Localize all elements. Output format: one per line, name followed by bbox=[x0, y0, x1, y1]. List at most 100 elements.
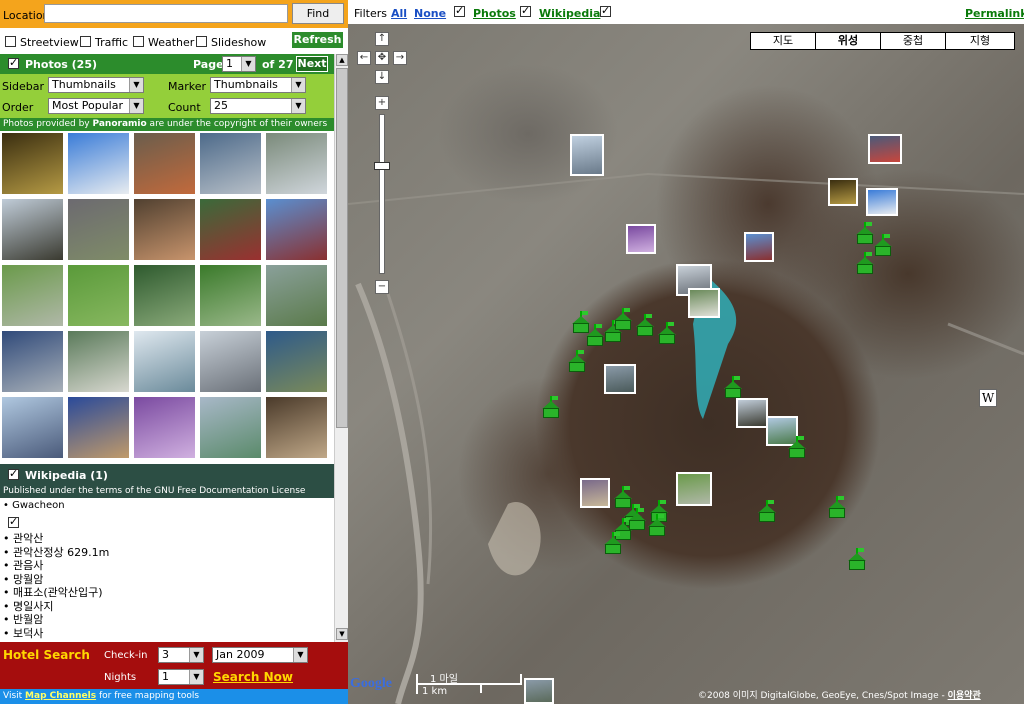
photo-marker[interactable] bbox=[604, 364, 636, 394]
satellite-map[interactable]: 지도 위성 중첩 지형 ↑ ← ✥ → ↓ + − W Google 1 마일 … bbox=[348, 24, 1024, 704]
pan-up-icon[interactable]: ↑ bbox=[375, 32, 389, 46]
photo-marker[interactable] bbox=[626, 224, 656, 254]
wikipedia-list-item[interactable]: • 망월암 bbox=[3, 573, 333, 587]
map-type-map[interactable]: 지도 bbox=[750, 32, 816, 50]
place-marker-icon[interactable] bbox=[856, 252, 874, 274]
place-marker-icon[interactable] bbox=[614, 308, 632, 330]
photo-thumbnail[interactable] bbox=[133, 198, 196, 261]
filter-wikipedia-link[interactable]: Wikipedia bbox=[539, 7, 600, 20]
wikipedia-first-item[interactable]: • Gwacheon bbox=[3, 500, 65, 511]
permalink-link[interactable]: Permalink bbox=[965, 7, 1024, 20]
location-input[interactable] bbox=[44, 4, 288, 23]
photo-thumbnail[interactable] bbox=[199, 330, 262, 393]
photo-thumbnail[interactable] bbox=[199, 264, 262, 327]
filter-none-link[interactable]: None bbox=[414, 7, 446, 20]
photo-marker[interactable] bbox=[676, 472, 712, 506]
nights-select[interactable]: 1 ▼ bbox=[158, 669, 204, 685]
count-select[interactable]: 25 ▼ bbox=[210, 98, 306, 114]
photo-marker[interactable] bbox=[570, 134, 604, 176]
next-button[interactable]: Next bbox=[296, 56, 328, 72]
photos-section-checkbox[interactable] bbox=[8, 56, 19, 69]
photo-thumbnail[interactable] bbox=[133, 132, 196, 195]
wikipedia-list-item[interactable]: • 관악산정상 629.1m bbox=[3, 546, 333, 560]
photo-thumbnail[interactable] bbox=[67, 198, 130, 261]
order-select[interactable]: Most Popular ▼ bbox=[48, 98, 144, 114]
photo-thumbnail[interactable] bbox=[199, 396, 262, 459]
photo-thumbnail[interactable] bbox=[199, 132, 262, 195]
zoom-out-icon[interactable]: − bbox=[375, 280, 389, 294]
zoom-slider-handle[interactable] bbox=[374, 162, 390, 170]
checkin-day-select[interactable]: 3 ▼ bbox=[158, 647, 204, 663]
map-type-terrain[interactable]: 지형 bbox=[945, 32, 1015, 50]
photo-marker[interactable] bbox=[580, 478, 610, 508]
photo-marker[interactable] bbox=[688, 288, 720, 318]
place-marker-icon[interactable] bbox=[758, 500, 776, 522]
weather-checkbox[interactable] bbox=[133, 36, 144, 47]
refresh-button[interactable]: Refresh bbox=[292, 32, 343, 48]
scroll-down-icon[interactable]: ▼ bbox=[336, 628, 348, 640]
place-marker-icon[interactable] bbox=[658, 322, 676, 344]
wikipedia-list-item[interactable]: • 관악산 bbox=[3, 532, 333, 546]
filter-photos-link[interactable]: Photos bbox=[473, 7, 516, 20]
photo-marker[interactable] bbox=[828, 178, 858, 206]
place-marker-icon[interactable] bbox=[788, 436, 806, 458]
sidebar-select[interactable]: Thumbnails ▼ bbox=[48, 77, 144, 93]
page-select[interactable]: 1 ▼ bbox=[222, 56, 256, 72]
filter-extra-checkbox[interactable] bbox=[600, 4, 611, 17]
wikipedia-list-item[interactable]: • 관음사 bbox=[3, 559, 333, 573]
photo-thumbnail[interactable] bbox=[133, 396, 196, 459]
photo-thumbnail[interactable] bbox=[199, 198, 262, 261]
slideshow-checkbox[interactable] bbox=[196, 36, 207, 47]
photo-thumbnail[interactable] bbox=[1, 396, 64, 459]
photo-thumbnail[interactable] bbox=[133, 264, 196, 327]
pan-center-icon[interactable]: ✥ bbox=[375, 51, 389, 65]
marker-select[interactable]: Thumbnails ▼ bbox=[210, 77, 306, 93]
scrollbar-thumb[interactable] bbox=[336, 68, 348, 428]
filter-wikipedia-checkbox[interactable] bbox=[520, 4, 531, 17]
place-marker-icon[interactable] bbox=[874, 234, 892, 256]
photo-marker[interactable] bbox=[736, 398, 768, 428]
terms-link[interactable]: 이용약관 bbox=[948, 691, 981, 701]
photo-thumbnail[interactable] bbox=[265, 198, 328, 261]
photo-thumbnail[interactable] bbox=[67, 330, 130, 393]
map-channels-link[interactable]: Map Channels bbox=[25, 691, 96, 701]
wikipedia-item-checkbox[interactable] bbox=[8, 515, 19, 528]
photo-thumbnail[interactable] bbox=[67, 132, 130, 195]
find-button[interactable]: Find bbox=[292, 3, 344, 24]
wikipedia-list-item[interactable]: • 명일사지 bbox=[3, 600, 333, 614]
photo-marker[interactable] bbox=[744, 232, 774, 262]
place-marker-icon[interactable] bbox=[636, 314, 654, 336]
photo-marker[interactable] bbox=[866, 188, 898, 216]
pan-left-icon[interactable]: ← bbox=[357, 51, 371, 65]
place-marker-icon[interactable] bbox=[648, 514, 666, 536]
photo-thumbnail[interactable] bbox=[265, 132, 328, 195]
pan-right-icon[interactable]: → bbox=[393, 51, 407, 65]
photo-thumbnail[interactable] bbox=[1, 132, 64, 195]
pan-down-icon[interactable]: ↓ bbox=[375, 70, 389, 84]
zoom-slider[interactable] bbox=[379, 114, 385, 274]
wikipedia-list-item[interactable]: • 보덕사 bbox=[3, 627, 333, 641]
place-marker-icon[interactable] bbox=[724, 376, 742, 398]
zoom-in-icon[interactable]: + bbox=[375, 96, 389, 110]
photo-thumbnail[interactable] bbox=[67, 264, 130, 327]
search-now-link[interactable]: Search Now bbox=[213, 670, 293, 684]
traffic-checkbox[interactable] bbox=[80, 36, 91, 47]
place-marker-icon[interactable] bbox=[848, 548, 866, 570]
map-type-satellite[interactable]: 위성 bbox=[815, 32, 881, 50]
place-marker-icon[interactable] bbox=[856, 222, 874, 244]
photo-marker[interactable] bbox=[524, 678, 554, 704]
photo-thumbnail[interactable] bbox=[1, 198, 64, 261]
map-type-hybrid[interactable]: 중첩 bbox=[880, 32, 946, 50]
place-marker-icon[interactable] bbox=[542, 396, 560, 418]
wikipedia-marker-icon[interactable]: W bbox=[979, 389, 997, 407]
checkin-month-select[interactable]: Jan 2009 ▼ bbox=[212, 647, 308, 663]
wikipedia-list-item[interactable]: • 반월암 bbox=[3, 613, 333, 627]
photo-thumbnail[interactable] bbox=[265, 396, 328, 459]
photo-thumbnail[interactable] bbox=[133, 330, 196, 393]
place-marker-icon[interactable] bbox=[586, 324, 604, 346]
photo-thumbnail[interactable] bbox=[1, 330, 64, 393]
wikipedia-section-checkbox[interactable] bbox=[8, 467, 19, 480]
photo-thumbnail[interactable] bbox=[265, 264, 328, 327]
filter-all-link[interactable]: All bbox=[391, 7, 407, 20]
filter-photos-checkbox[interactable] bbox=[454, 4, 465, 17]
